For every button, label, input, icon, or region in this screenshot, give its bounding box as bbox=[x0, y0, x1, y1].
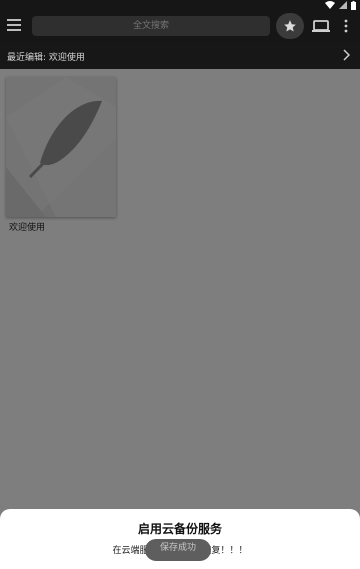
search-input[interactable] bbox=[32, 16, 270, 36]
wifi-icon bbox=[325, 1, 335, 9]
recent-edit-bar[interactable]: 最近编辑: 欢迎使用 bbox=[0, 42, 360, 69]
recent-edit-label: 最近编辑: 欢迎使用 bbox=[7, 53, 85, 63]
note-card-thumbnail[interactable] bbox=[6, 77, 116, 217]
note-title: 欢迎使用 bbox=[9, 223, 46, 233]
star-icon bbox=[284, 20, 296, 32]
sheet-title: 启用云备份服务 bbox=[137, 522, 222, 536]
favorites-button[interactable] bbox=[276, 13, 304, 39]
top-toolbar bbox=[0, 10, 360, 42]
toast-message: 保存成功 bbox=[145, 539, 211, 561]
battery-icon bbox=[351, 0, 356, 10]
menu-icon[interactable] bbox=[7, 19, 21, 31]
laptop-icon[interactable] bbox=[312, 18, 330, 34]
feather-icon bbox=[6, 77, 116, 217]
signal-icon bbox=[339, 1, 347, 9]
more-vert-icon[interactable] bbox=[340, 19, 352, 33]
chevron-right-icon[interactable] bbox=[342, 49, 350, 61]
status-bar bbox=[0, 0, 360, 10]
